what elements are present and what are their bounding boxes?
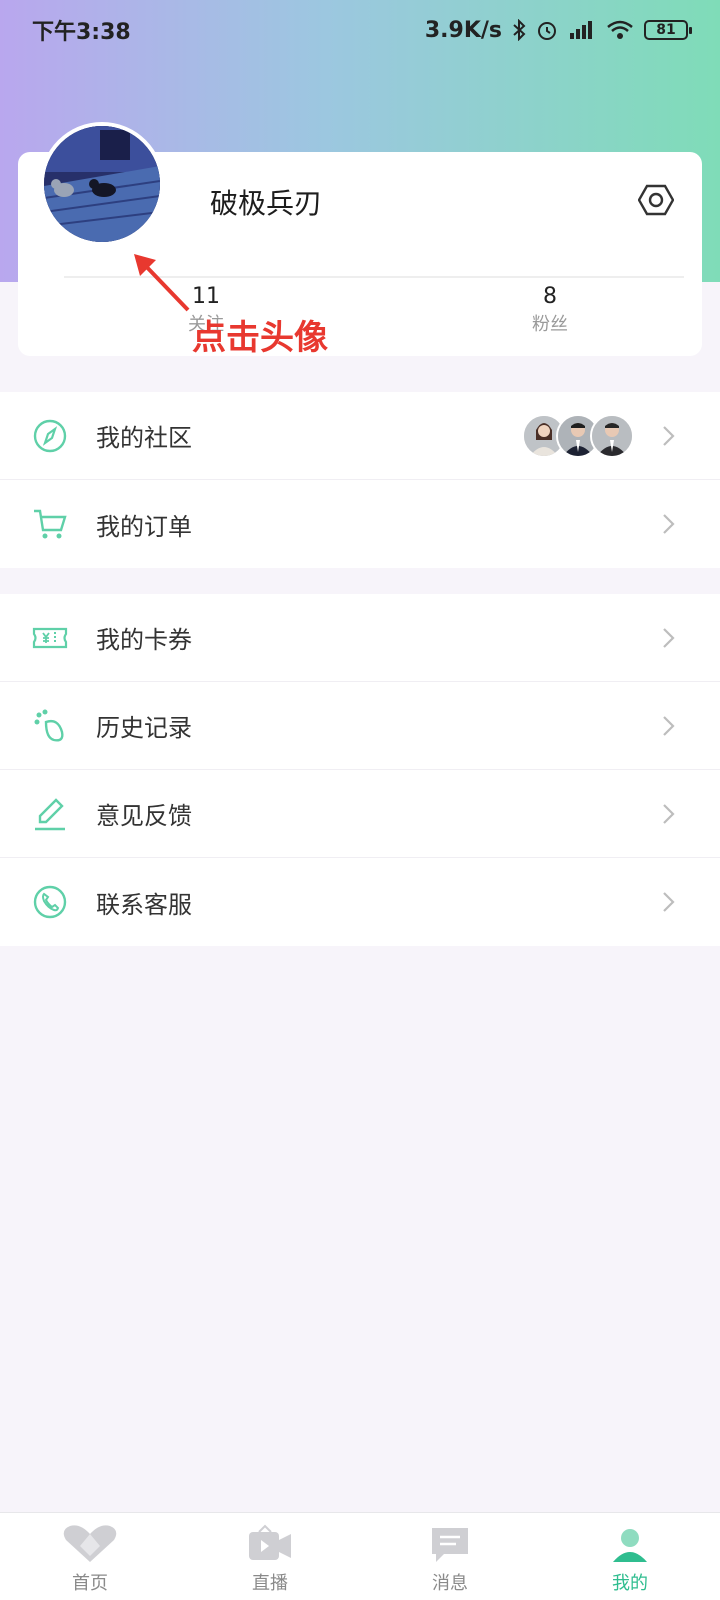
tab-label-messages: 消息 bbox=[432, 1573, 468, 1594]
tab-live[interactable]: 直播 bbox=[180, 1513, 360, 1600]
username: 破极兵刃 bbox=[210, 187, 323, 220]
menu-item-orders[interactable]: 我的订单 bbox=[0, 480, 720, 568]
compass-icon bbox=[32, 418, 68, 454]
chevron-right-icon bbox=[663, 804, 675, 824]
heart-home-icon bbox=[60, 1523, 120, 1565]
status-time: 下午3:38 bbox=[32, 20, 131, 45]
menu-item-history[interactable]: 历史记录 bbox=[0, 682, 720, 770]
annotation-text: 点击头像 bbox=[192, 318, 328, 358]
annotation-arrow bbox=[134, 254, 190, 312]
menu-label-customer-service: 联系客服 bbox=[96, 890, 192, 919]
tab-label-live: 直播 bbox=[252, 1573, 288, 1594]
cart-icon bbox=[32, 506, 68, 542]
menu-item-coupons[interactable]: 我的卡券 bbox=[0, 594, 720, 682]
fans-label: 粉丝 bbox=[532, 314, 568, 335]
chevron-right-icon bbox=[663, 628, 675, 648]
profile-card: 破极兵刃 11 关注 8 粉丝 bbox=[18, 122, 702, 356]
tab-messages[interactable]: 消息 bbox=[360, 1513, 540, 1600]
status-bar: 下午3:38 3.9K/s 81 bbox=[0, 0, 720, 60]
menu-label-history: 历史记录 bbox=[96, 714, 192, 742]
alarm-icon bbox=[538, 22, 556, 40]
menu-label-community: 我的社区 bbox=[96, 424, 192, 452]
menu-group-primary: 我的社区 我的订单 bbox=[0, 392, 720, 568]
menu-item-community[interactable]: 我的社区 bbox=[0, 392, 720, 480]
video-icon bbox=[240, 1523, 300, 1565]
tab-mine[interactable]: 我的 bbox=[540, 1513, 720, 1600]
community-avatar bbox=[590, 414, 634, 458]
menu-item-feedback[interactable]: 意见反馈 bbox=[0, 770, 720, 858]
user-avatar[interactable] bbox=[40, 122, 164, 246]
tab-home[interactable]: 首页 bbox=[0, 1513, 180, 1600]
fans-stat[interactable]: 8 粉丝 bbox=[490, 282, 610, 338]
message-icon bbox=[420, 1523, 480, 1565]
phone-icon bbox=[32, 884, 68, 920]
pencil-icon bbox=[32, 796, 68, 832]
signal-icon bbox=[570, 21, 592, 39]
chevron-right-icon bbox=[663, 892, 675, 912]
profile-icon bbox=[600, 1523, 660, 1565]
battery-icon: 81 bbox=[644, 20, 692, 40]
footprint-icon bbox=[32, 708, 68, 744]
bluetooth-icon bbox=[513, 19, 526, 41]
chevron-right-icon bbox=[663, 716, 675, 736]
menu-group-secondary: 我的卡券 历史记录 意见反馈 联系客服 bbox=[0, 594, 720, 946]
community-avatars bbox=[522, 414, 634, 458]
settings-button[interactable] bbox=[636, 180, 676, 220]
menu-label-feedback: 意见反馈 bbox=[96, 802, 192, 830]
ticket-icon bbox=[32, 620, 68, 656]
menu-label-coupons: 我的卡券 bbox=[96, 626, 192, 654]
net-speed: 3.9K/s bbox=[424, 17, 502, 43]
chevron-right-icon bbox=[663, 514, 675, 534]
tab-label-home: 首页 bbox=[72, 1573, 108, 1594]
wifi-icon bbox=[607, 20, 633, 39]
tab-label-mine: 我的 bbox=[612, 1573, 648, 1594]
menu-label-orders: 我的订单 bbox=[96, 512, 192, 541]
chevron-right-icon bbox=[663, 426, 675, 446]
menu-item-customer-service[interactable]: 联系客服 bbox=[0, 858, 720, 946]
avatar-image bbox=[44, 126, 160, 242]
bottom-tab-bar: 首页 直播 消息 我的 bbox=[0, 1512, 720, 1600]
gear-icon bbox=[638, 184, 674, 216]
fans-count: 8 bbox=[543, 284, 557, 309]
